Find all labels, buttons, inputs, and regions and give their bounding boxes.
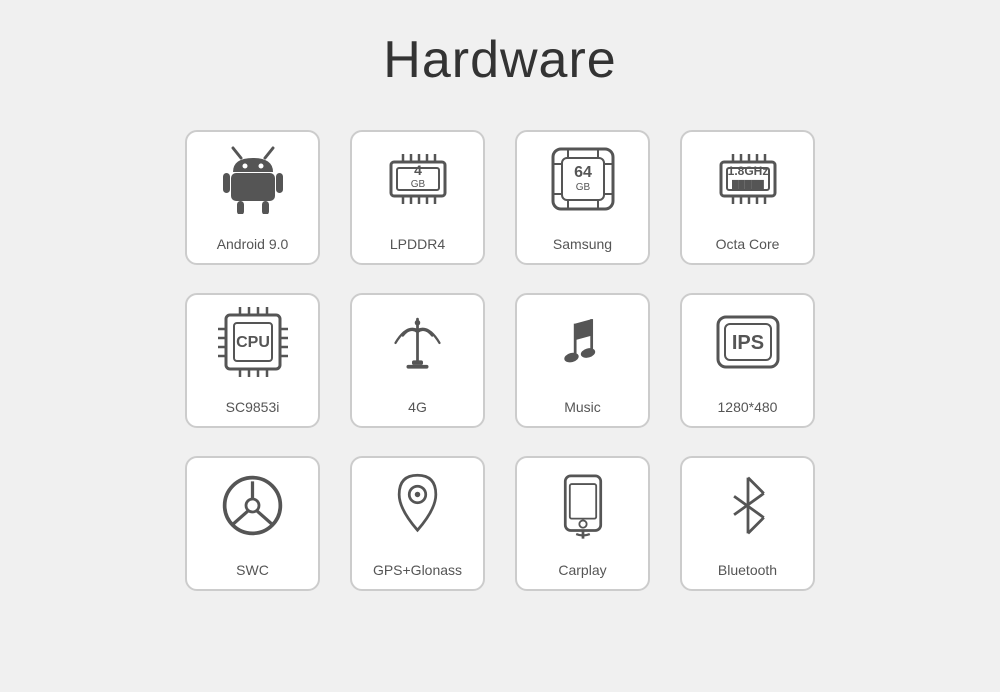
carplay-label: Carplay [558,562,606,589]
bluetooth-label: Bluetooth [718,562,777,589]
sc9853i-label: SC9853i [226,399,280,426]
card-android: Android 9.0 [185,130,320,265]
music-icon [555,295,610,389]
svg-text:GB: GB [410,179,425,190]
card-carplay: Carplay [515,456,650,591]
svg-text:1.8GHz: 1.8GHz [727,164,768,178]
ips-label: 1280*480 [718,399,778,426]
music-label: Music [564,399,601,426]
hardware-grid: Android 9.0 4 GB LPDDR4 [20,130,980,591]
lpddr4-label: LPDDR4 [390,236,445,263]
lpddr4-icon: 4 GB [383,132,453,226]
samsung-icon: 64 GB [548,132,618,226]
card-samsung: 64 GB Samsung [515,130,650,265]
page-title: Hardware [20,30,980,90]
ips-icon: IPS [713,295,783,389]
svg-text:IPS: IPS [731,332,763,354]
android-label: Android 9.0 [217,236,289,263]
card-ips: IPS 1280*480 [680,293,815,428]
octa-core-label: Octa Core [716,236,780,263]
svg-text:4: 4 [414,162,422,178]
card-music: Music [515,293,650,428]
octa-core-icon: 1.8GHz █████ [713,132,783,226]
4g-label: 4G [408,399,427,426]
card-4g: 4G [350,293,485,428]
gps-icon [390,458,445,552]
card-sc9853i: CPU SC9853i [185,293,320,428]
sc9853i-icon: CPU [218,295,288,389]
card-octa-core: 1.8GHz █████ Octa Core [680,130,815,265]
svg-text:GB: GB [575,182,590,193]
card-swc: SWC [185,456,320,591]
card-bluetooth: Bluetooth [680,456,815,591]
hardware-page: Hardware Android [0,0,1000,692]
svg-text:64: 64 [574,164,592,181]
gps-label: GPS+Glonass [373,562,462,589]
bluetooth-icon [723,458,773,552]
android-icon [223,132,283,226]
card-gps: GPS+Glonass [350,456,485,591]
carplay-icon [558,458,608,552]
svg-text:█████: █████ [732,179,765,191]
svg-text:CPU: CPU [236,334,270,351]
samsung-label: Samsung [553,236,612,263]
swc-icon [220,458,285,552]
card-lpddr4: 4 GB LPDDR4 [350,130,485,265]
4g-icon [390,295,445,389]
swc-label: SWC [236,562,269,589]
